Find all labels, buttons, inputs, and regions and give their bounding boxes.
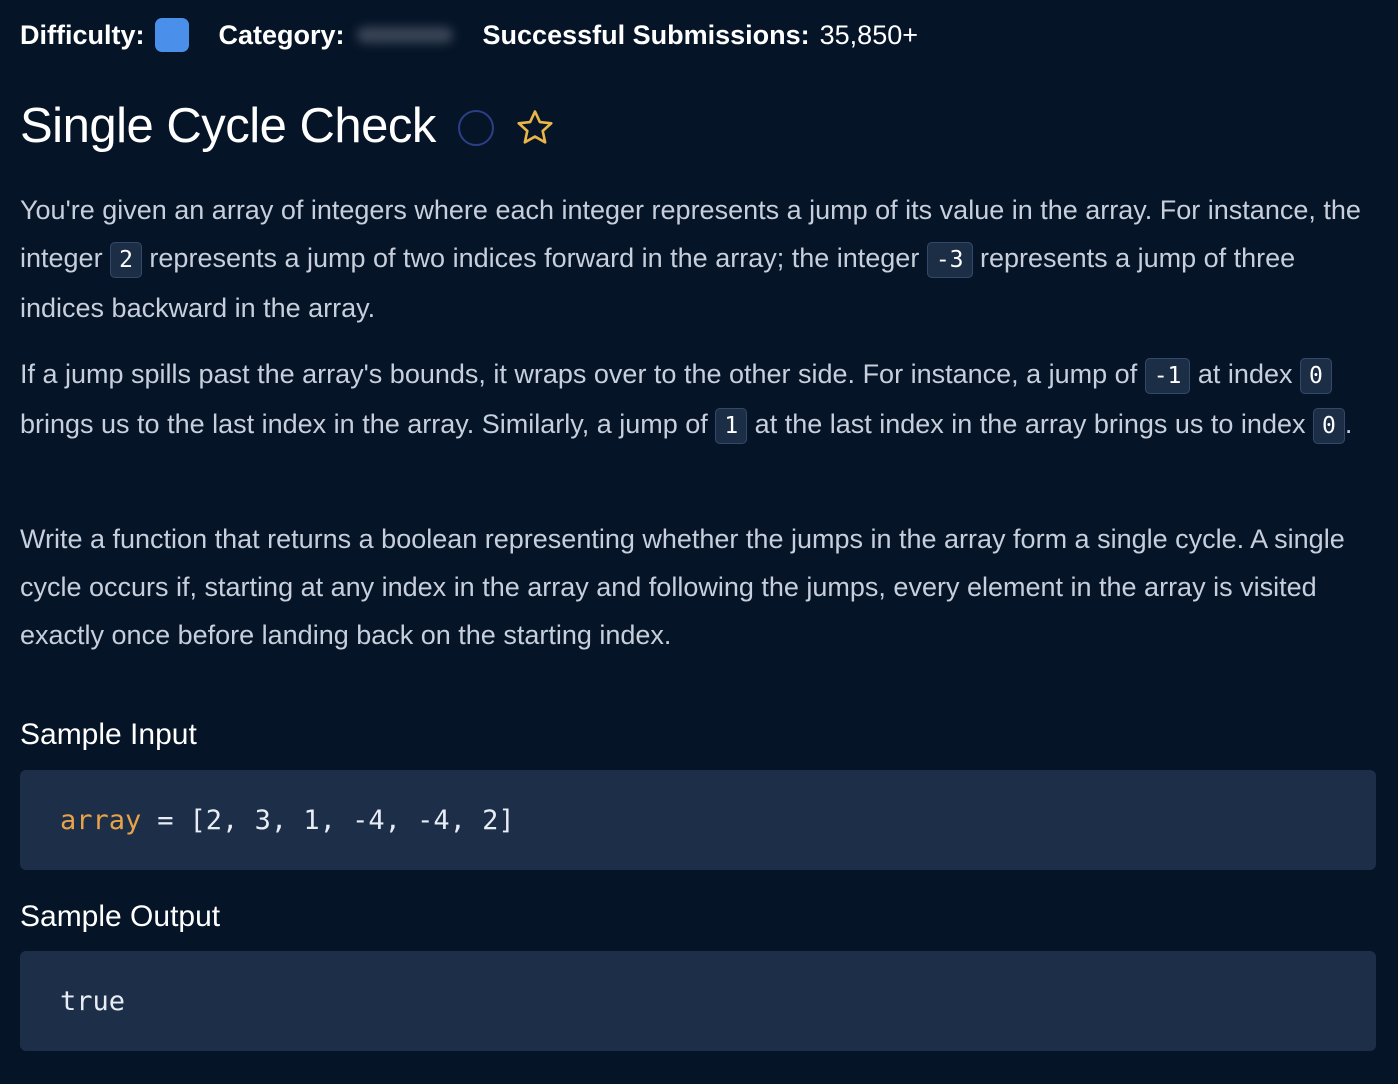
description-paragraph-2: If a jump spills past the array's bounds…	[20, 350, 1376, 450]
text: at index	[1190, 359, 1300, 389]
star-icon[interactable]	[514, 107, 556, 149]
sample-output-heading: Sample Output	[20, 900, 221, 933]
difficulty-group: Difficulty:	[20, 18, 189, 52]
description-paragraph-3: Write a function that returns a boolean …	[20, 524, 1345, 650]
problem-meta-bar: Difficulty: Category: Successful Submiss…	[20, 14, 918, 56]
difficulty-badge	[154, 18, 189, 52]
text: If a jump spills past the array's bounds…	[20, 359, 1145, 389]
inline-code: 0	[1299, 358, 1332, 394]
submissions-count: 35,850+	[819, 19, 918, 50]
completion-status-circle-icon[interactable]	[457, 110, 494, 146]
text: .	[1344, 409, 1353, 439]
code-variable-name: array	[60, 804, 142, 836]
inline-code: 2	[110, 242, 142, 278]
submissions-label: Successful Submissions:	[482, 19, 810, 50]
text: at the last index in the array brings us…	[747, 409, 1313, 439]
code-equals: =	[157, 804, 174, 836]
category-group: Category:	[219, 20, 453, 51]
code-array-value: [2, 3, 1, -4, -4, 2]	[189, 804, 515, 836]
description-paragraph-1: You're given an array of integers where …	[20, 186, 1376, 332]
text: represents a jump of two indices forward…	[141, 243, 927, 273]
category-label: Category:	[218, 19, 345, 50]
category-value-hidden	[356, 27, 453, 43]
submissions-group: Successful Submissions: 35,850+	[483, 20, 918, 51]
sample-output-code-block[interactable]: true	[20, 951, 1376, 1051]
sample-input-heading: Sample Input	[20, 718, 197, 751]
inline-code: 0	[1313, 408, 1345, 444]
sample-input-code-block[interactable]: array = [2, 3, 1, -4, -4, 2]	[20, 770, 1376, 870]
code-output-value: true	[60, 985, 126, 1017]
difficulty-label: Difficulty:	[20, 19, 145, 50]
page-title: Single Cycle Check	[20, 99, 436, 153]
inline-code: -1	[1144, 358, 1191, 394]
inline-code: -3	[926, 242, 973, 278]
title-row: Single Cycle Check	[20, 94, 556, 158]
text: brings us to the last index in the array…	[20, 409, 716, 439]
inline-code: 1	[715, 408, 748, 444]
